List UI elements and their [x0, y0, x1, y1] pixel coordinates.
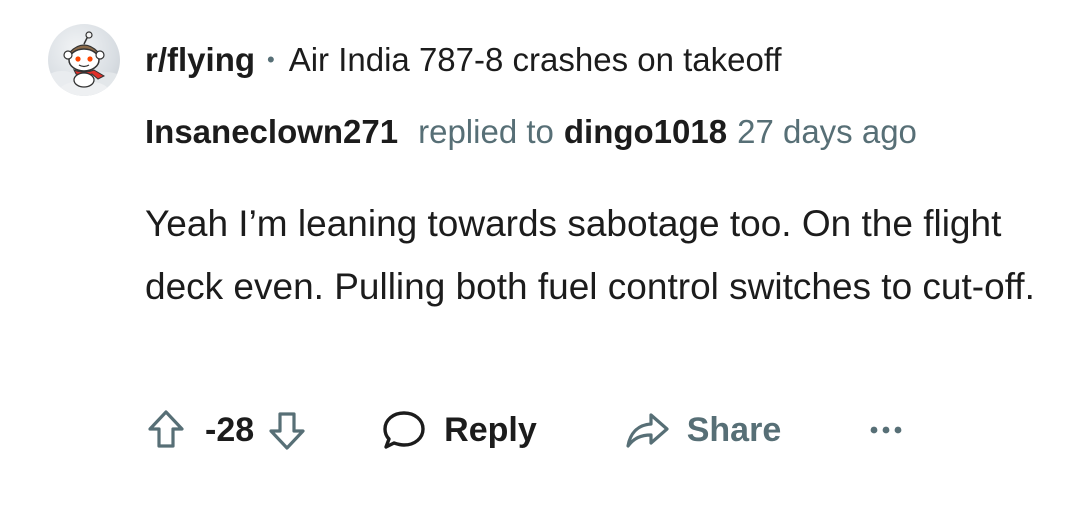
- speech-bubble-icon: [383, 411, 425, 449]
- replied-to-label: replied to: [418, 113, 554, 150]
- reply-button[interactable]: Reply: [380, 407, 537, 453]
- share-button[interactable]: Share: [623, 407, 782, 453]
- comment-author-line: Insaneclown271 replied to dingo1018 27 d…: [145, 110, 917, 154]
- avatar-illustration: [48, 31, 120, 96]
- post-title-link[interactable]: Air India 787-8 crashes on takeoff: [289, 41, 782, 79]
- vote-score: -28: [205, 410, 255, 449]
- arrow-down-outline-icon: [269, 412, 305, 450]
- comment-context-header: r/flying • Air India 787-8 crashes on ta…: [145, 38, 782, 82]
- comment-timestamp: 27 days ago: [737, 113, 917, 150]
- downvote-button[interactable]: [266, 408, 308, 452]
- upvote-button[interactable]: [145, 408, 187, 452]
- more-options-button[interactable]: [869, 424, 903, 436]
- comment-body-text: Yeah I’m leaning towards sabotage too. O…: [145, 203, 1035, 307]
- parent-author-username[interactable]: dingo1018: [564, 113, 727, 151]
- share-label: Share: [686, 410, 782, 449]
- comment-action-bar: -28 Reply Share: [145, 400, 903, 460]
- arrow-up-outline-icon: [148, 410, 184, 448]
- reply-label: Reply: [444, 410, 537, 449]
- subreddit-link[interactable]: r/flying: [145, 41, 255, 79]
- snoo-avatar-icon[interactable]: [48, 24, 120, 96]
- ellipsis-icon: [870, 426, 902, 434]
- author-username[interactable]: Insaneclown271: [145, 113, 398, 151]
- share-arrow-icon: [626, 413, 669, 448]
- separator-dot: •: [267, 47, 275, 72]
